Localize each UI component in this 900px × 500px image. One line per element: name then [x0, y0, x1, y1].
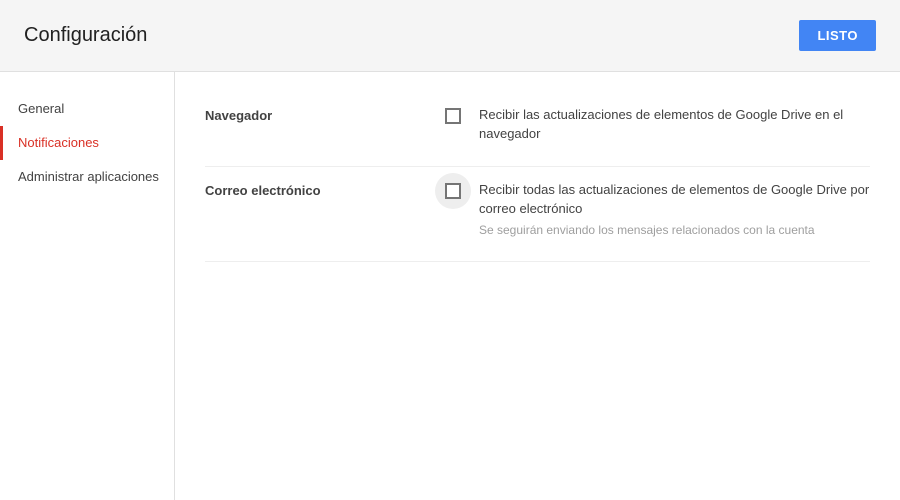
- setting-row-email: Correo electrónico Recibir todas las act…: [205, 167, 870, 262]
- sidebar-item-notifications[interactable]: Notificaciones: [0, 126, 174, 160]
- settings-content: Navegador Recibir las actualizaciones de…: [175, 72, 900, 500]
- setting-control-browser: Recibir las actualizaciones de elementos…: [435, 106, 870, 144]
- setting-text-browser: Recibir las actualizaciones de elementos…: [471, 106, 870, 144]
- setting-desc-email: Recibir todas las actualizaciones de ele…: [479, 181, 870, 219]
- setting-sub-email: Se seguirán enviando los mensajes relaci…: [479, 222, 870, 239]
- sidebar-item-manage-apps[interactable]: Administrar aplicaciones: [0, 160, 174, 194]
- setting-text-email: Recibir todas las actualizaciones de ele…: [471, 181, 870, 239]
- sidebar-item-general[interactable]: General: [0, 92, 174, 126]
- checkbox-wrap-browser: [435, 98, 471, 134]
- page-title: Configuración: [24, 24, 147, 47]
- settings-sidebar: General Notificaciones Administrar aplic…: [0, 72, 175, 500]
- settings-header: Configuración LISTO: [0, 0, 900, 72]
- checkbox-wrap-email: [435, 173, 471, 209]
- setting-label-email: Correo electrónico: [205, 181, 435, 239]
- setting-row-browser: Navegador Recibir las actualizaciones de…: [205, 92, 870, 167]
- settings-body: General Notificaciones Administrar aplic…: [0, 72, 900, 500]
- checkbox-browser-updates[interactable]: [445, 108, 461, 124]
- done-button[interactable]: LISTO: [799, 20, 876, 51]
- checkbox-email-updates[interactable]: [445, 183, 461, 199]
- setting-desc-browser: Recibir las actualizaciones de elementos…: [479, 106, 870, 144]
- setting-label-browser: Navegador: [205, 106, 435, 144]
- setting-control-email: Recibir todas las actualizaciones de ele…: [435, 181, 870, 239]
